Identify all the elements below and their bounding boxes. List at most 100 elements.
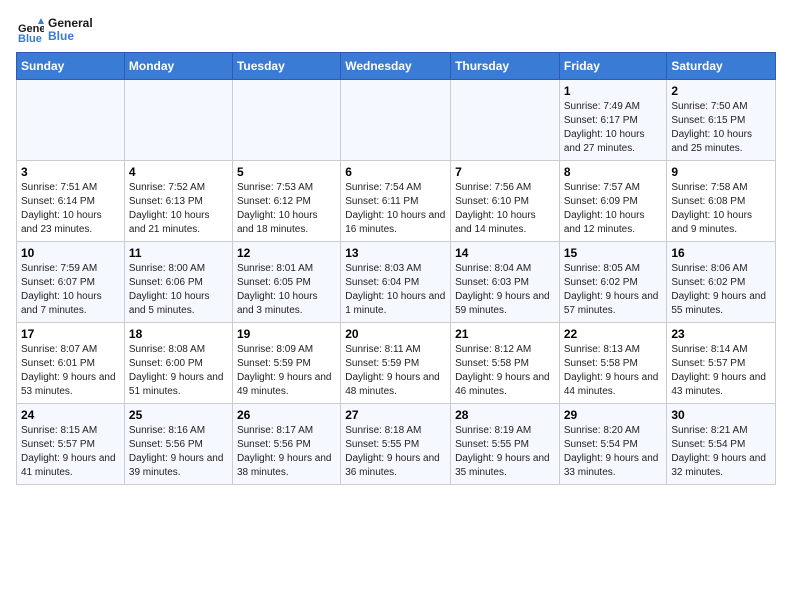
day-info: Sunrise: 8:16 AM Sunset: 5:56 PM Dayligh… [129,424,228,480]
calendar-cell: 27 Sunrise: 8:18 AM Sunset: 5:55 PM Dayli… [341,404,451,485]
day-number: 21 [455,327,555,341]
calendar-week-row: 17 Sunrise: 8:07 AM Sunset: 6:01 PM Dayli… [17,323,776,404]
day-number: 3 [21,165,120,179]
calendar-cell: 16Sunrise: 8:06 AM Sunset: 6:02 PM Dayli… [667,242,776,323]
day-info: Sunrise: 8:05 AM Sunset: 6:02 PM Dayligh… [564,262,663,318]
calendar-cell: 28 Sunrise: 8:19 AM Sunset: 5:55 PM Dayli… [451,404,560,485]
calendar-cell: 25 Sunrise: 8:16 AM Sunset: 5:56 PM Dayli… [124,404,232,485]
day-info: Sunrise: 8:15 AM Sunset: 5:57 PM Dayligh… [21,424,120,480]
calendar-cell: 9 Sunrise: 7:58 AM Sunset: 6:08 PM Daylig… [667,161,776,242]
calendar-cell: 17 Sunrise: 8:07 AM Sunset: 6:01 PM Dayli… [17,323,125,404]
day-info: Sunrise: 8:13 AM Sunset: 5:58 PM Dayligh… [564,343,663,399]
day-info: Sunrise: 8:07 AM Sunset: 6:01 PM Dayligh… [21,343,120,399]
day-number: 4 [129,165,228,179]
day-info: Sunrise: 7:58 AM Sunset: 6:08 PM Dayligh… [671,181,771,237]
calendar-cell [17,80,125,161]
header-cell-sunday: Sunday [17,53,125,80]
day-number: 9 [671,165,771,179]
day-number: 6 [345,165,446,179]
calendar-cell: 6 Sunrise: 7:54 AM Sunset: 6:11 PM Daylig… [341,161,451,242]
calendar-cell: 4 Sunrise: 7:52 AM Sunset: 6:13 PM Daylig… [124,161,232,242]
calendar-cell: 21 Sunrise: 8:12 AM Sunset: 5:58 PM Dayli… [451,323,560,404]
calendar-cell: 3 Sunrise: 7:51 AM Sunset: 6:14 PM Daylig… [17,161,125,242]
day-info: Sunrise: 7:54 AM Sunset: 6:11 PM Dayligh… [345,181,446,237]
day-info: Sunrise: 7:49 AM Sunset: 6:17 PM Dayligh… [564,100,663,156]
day-number: 25 [129,408,228,422]
day-info: Sunrise: 7:57 AM Sunset: 6:09 PM Dayligh… [564,181,663,237]
page-container: General Blue General Blue SundayMondayTu… [16,16,776,485]
header-cell-monday: Monday [124,53,232,80]
day-number: 2 [671,84,771,98]
calendar-table: SundayMondayTuesdayWednesdayThursdayFrid… [16,52,776,485]
calendar-cell [124,80,232,161]
day-number: 1 [564,84,663,98]
calendar-cell: 15 Sunrise: 8:05 AM Sunset: 6:02 PM Dayli… [559,242,667,323]
day-number: 28 [455,408,555,422]
calendar-cell: 1 Sunrise: 7:49 AM Sunset: 6:17 PM Daylig… [559,80,667,161]
day-info: Sunrise: 7:59 AM Sunset: 6:07 PM Dayligh… [21,262,120,318]
day-info: Sunrise: 7:53 AM Sunset: 6:12 PM Dayligh… [237,181,336,237]
day-info: Sunrise: 8:08 AM Sunset: 6:00 PM Dayligh… [129,343,228,399]
day-number: 23 [671,327,771,341]
day-info: Sunrise: 8:12 AM Sunset: 5:58 PM Dayligh… [455,343,555,399]
day-info: Sunrise: 7:50 AM Sunset: 6:15 PM Dayligh… [671,100,771,156]
svg-text:Blue: Blue [18,33,42,44]
day-info: Sunrise: 8:01 AM Sunset: 6:05 PM Dayligh… [237,262,336,318]
header-cell-saturday: Saturday [667,53,776,80]
calendar-cell: 20Sunrise: 8:11 AM Sunset: 5:59 PM Dayli… [341,323,451,404]
header-cell-friday: Friday [559,53,667,80]
day-info: Sunrise: 8:21 AM Sunset: 5:54 PM Dayligh… [671,424,771,480]
calendar-week-row: 24 Sunrise: 8:15 AM Sunset: 5:57 PM Dayli… [17,404,776,485]
day-number: 8 [564,165,663,179]
day-number: 20 [345,327,446,341]
calendar-cell [341,80,451,161]
calendar-cell: 19 Sunrise: 8:09 AM Sunset: 5:59 PM Dayli… [232,323,340,404]
header-cell-tuesday: Tuesday [232,53,340,80]
day-number: 26 [237,408,336,422]
day-info: Sunrise: 7:51 AM Sunset: 6:14 PM Dayligh… [21,181,120,237]
header: General Blue General Blue [16,16,776,44]
day-number: 30 [671,408,771,422]
calendar-header-row: SundayMondayTuesdayWednesdayThursdayFrid… [17,53,776,80]
day-number: 5 [237,165,336,179]
day-number: 14 [455,246,555,260]
day-info: Sunrise: 8:14 AM Sunset: 5:57 PM Dayligh… [671,343,771,399]
logo: General Blue General Blue [16,16,93,44]
day-info: Sunrise: 8:00 AM Sunset: 6:06 PM Dayligh… [129,262,228,318]
calendar-cell: 22 Sunrise: 8:13 AM Sunset: 5:58 PM Dayli… [559,323,667,404]
calendar-cell: 29 Sunrise: 8:20 AM Sunset: 5:54 PM Dayli… [559,404,667,485]
calendar-cell: 30 Sunrise: 8:21 AM Sunset: 5:54 PM Dayli… [667,404,776,485]
calendar-cell: 24 Sunrise: 8:15 AM Sunset: 5:57 PM Dayli… [17,404,125,485]
day-number: 13 [345,246,446,260]
day-info: Sunrise: 8:06 AM Sunset: 6:02 PM Dayligh… [671,262,771,318]
calendar-cell: 13Sunrise: 8:03 AM Sunset: 6:04 PM Dayli… [341,242,451,323]
day-info: Sunrise: 8:20 AM Sunset: 5:54 PM Dayligh… [564,424,663,480]
calendar-cell: 11Sunrise: 8:00 AM Sunset: 6:06 PM Dayli… [124,242,232,323]
calendar-cell: 23 Sunrise: 8:14 AM Sunset: 5:57 PM Dayli… [667,323,776,404]
day-number: 22 [564,327,663,341]
calendar-week-row: 3 Sunrise: 7:51 AM Sunset: 6:14 PM Daylig… [17,161,776,242]
day-number: 18 [129,327,228,341]
day-info: Sunrise: 8:18 AM Sunset: 5:55 PM Dayligh… [345,424,446,480]
header-cell-wednesday: Wednesday [341,53,451,80]
logo-icon: General Blue [16,16,44,44]
day-number: 24 [21,408,120,422]
day-number: 17 [21,327,120,341]
calendar-cell: 8 Sunrise: 7:57 AM Sunset: 6:09 PM Daylig… [559,161,667,242]
day-info: Sunrise: 8:04 AM Sunset: 6:03 PM Dayligh… [455,262,555,318]
day-number: 29 [564,408,663,422]
calendar-week-row: 1 Sunrise: 7:49 AM Sunset: 6:17 PM Daylig… [17,80,776,161]
day-number: 10 [21,246,120,260]
day-info: Sunrise: 7:52 AM Sunset: 6:13 PM Dayligh… [129,181,228,237]
day-number: 27 [345,408,446,422]
day-info: Sunrise: 8:09 AM Sunset: 5:59 PM Dayligh… [237,343,336,399]
calendar-cell [232,80,340,161]
day-info: Sunrise: 8:19 AM Sunset: 5:55 PM Dayligh… [455,424,555,480]
calendar-cell: 12Sunrise: 8:01 AM Sunset: 6:05 PM Dayli… [232,242,340,323]
day-number: 15 [564,246,663,260]
calendar-cell [451,80,560,161]
calendar-cell: 5 Sunrise: 7:53 AM Sunset: 6:12 PM Daylig… [232,161,340,242]
calendar-cell: 14 Sunrise: 8:04 AM Sunset: 6:03 PM Dayli… [451,242,560,323]
day-number: 19 [237,327,336,341]
day-info: Sunrise: 8:17 AM Sunset: 5:56 PM Dayligh… [237,424,336,480]
